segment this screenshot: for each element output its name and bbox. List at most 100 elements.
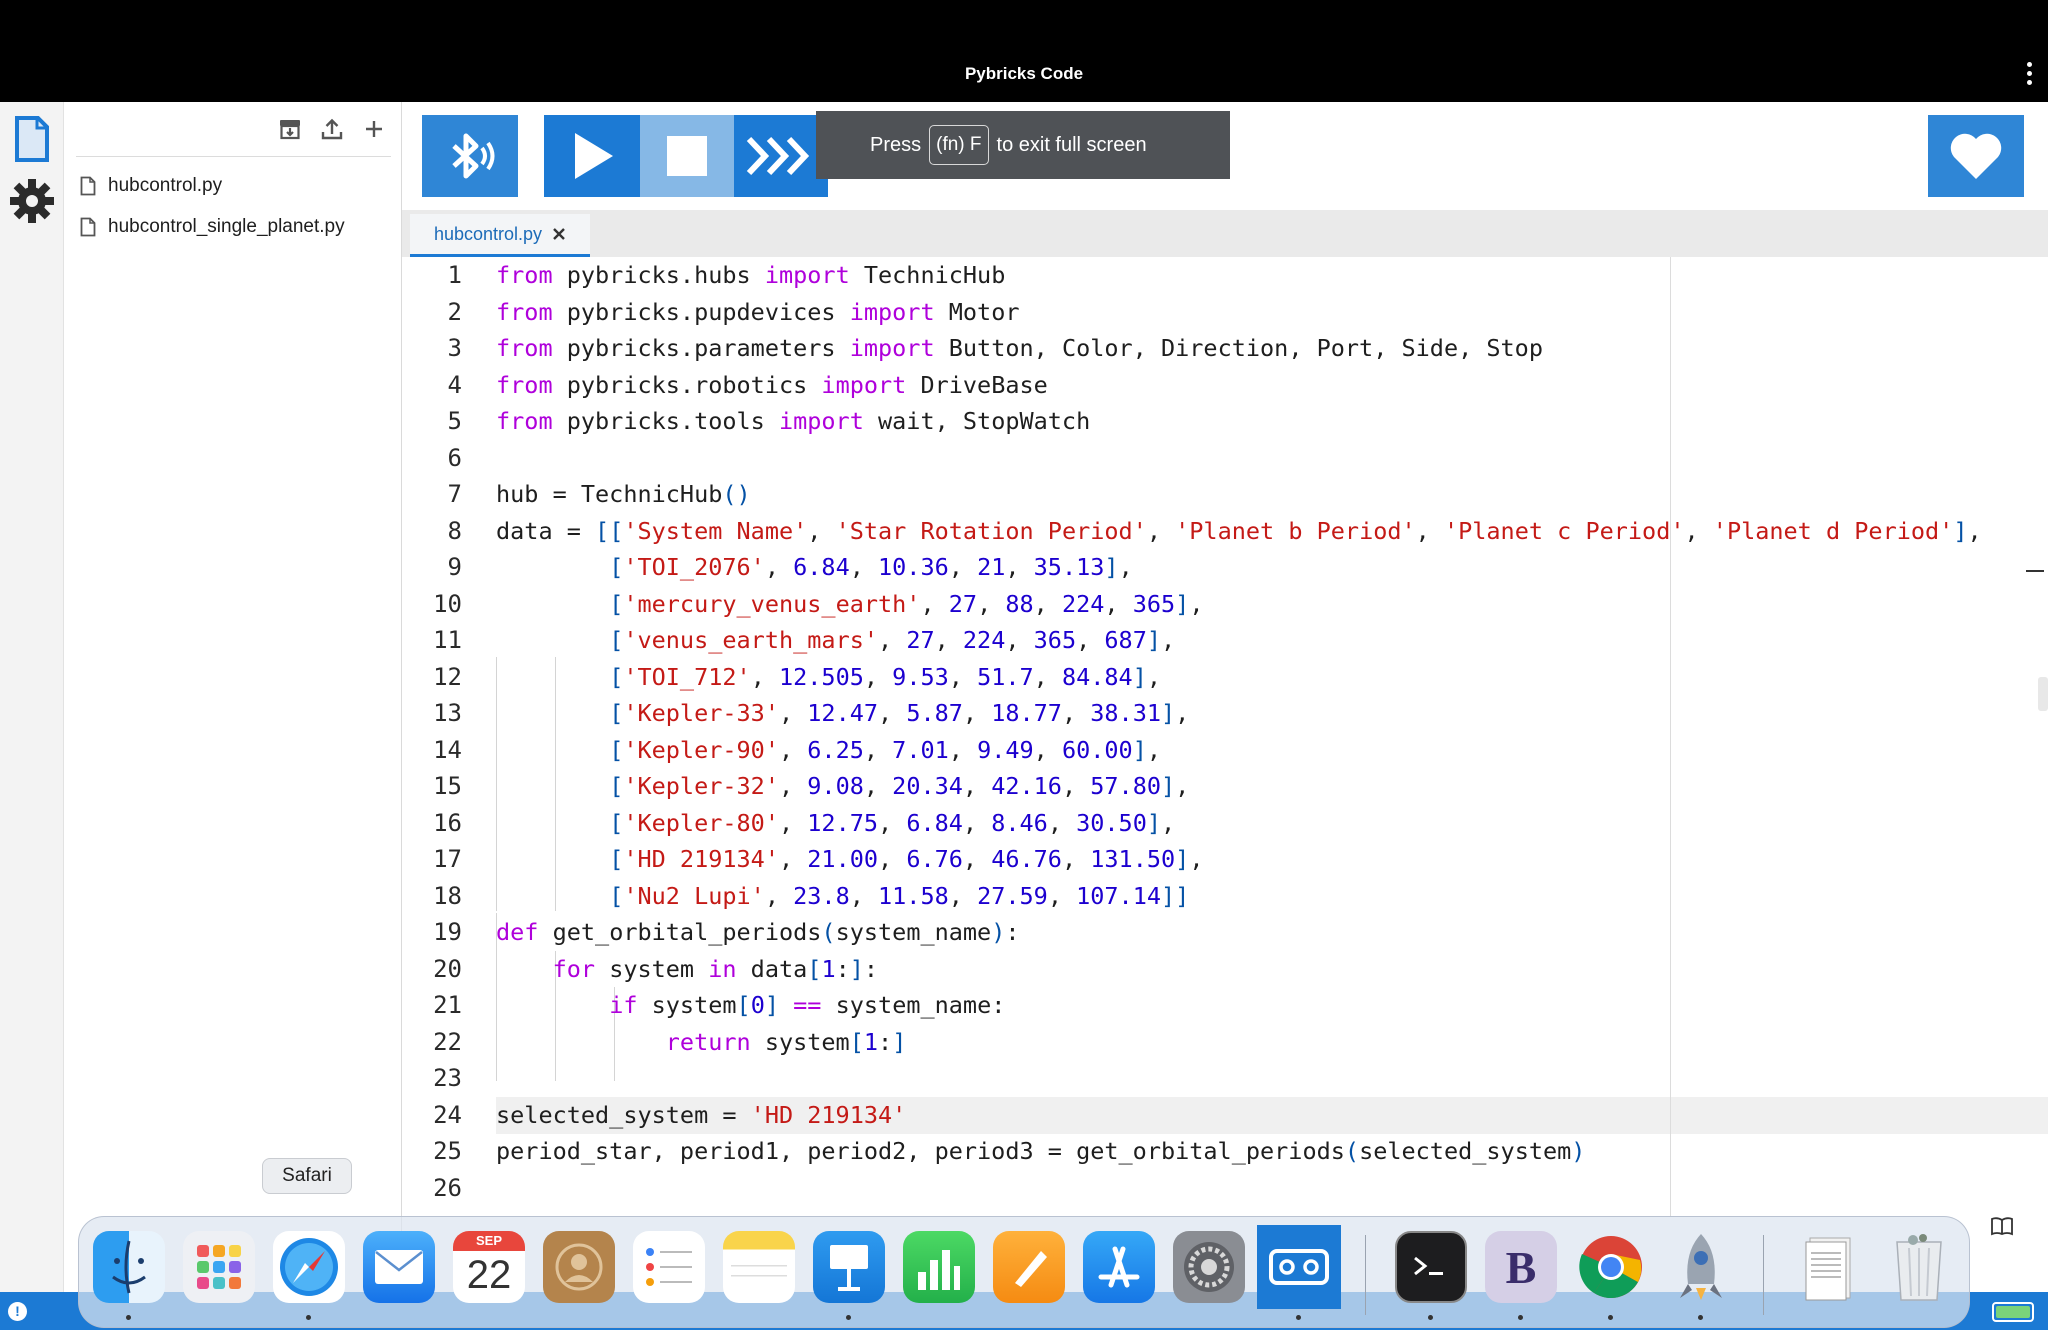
dock-tooltip: Safari [262, 1158, 352, 1194]
pybricks-app-icon[interactable] [1257, 1225, 1341, 1309]
code-token: import [778, 407, 864, 435]
calendar-month: SEP [453, 1231, 525, 1251]
calendar-day: 22 [466, 1253, 512, 1297]
bluetooth-icon [452, 133, 495, 179]
repl-button[interactable] [734, 115, 828, 197]
more-menu-icon[interactable] [2026, 62, 2034, 89]
file-item[interactable]: hubcontrol_single_planet.py [80, 210, 345, 244]
code-token: , [962, 699, 992, 727]
code-token: , [1033, 662, 1062, 691]
finder-app-icon[interactable] [93, 1231, 165, 1303]
code-token: 1 [821, 954, 836, 983]
new-file-plus-icon[interactable] [359, 114, 389, 144]
code-token: ] [1161, 699, 1176, 727]
system-settings-app-icon[interactable] [1173, 1231, 1245, 1303]
code-token: 9.08 [807, 772, 864, 800]
tab-hubcontrol[interactable]: hubcontrol.py [410, 214, 590, 257]
file-name: hubcontrol.py [108, 175, 223, 196]
code-lines: from pybricks.hubs import TechnicHub from… [496, 257, 2048, 1206]
code-token: () [722, 480, 751, 508]
reminders-app-icon[interactable] [633, 1231, 705, 1303]
vertical-scrollbar[interactable] [2038, 677, 2048, 711]
line-number: 12 [433, 662, 462, 691]
line-number: 17 [433, 845, 462, 873]
python-launcher-app-icon[interactable] [1665, 1231, 1737, 1303]
safari-app-icon[interactable] [273, 1231, 345, 1303]
stop-icon [667, 136, 707, 176]
warning-icon[interactable]: ! [8, 1302, 27, 1321]
code-token: 'HD 219134' [623, 845, 779, 873]
mail-app-icon[interactable] [363, 1231, 435, 1303]
book-icon[interactable] [1990, 1216, 2014, 1236]
code-token: system_name [835, 918, 992, 946]
code-token: 11.58 [878, 881, 949, 910]
keynote-app-icon[interactable] [813, 1231, 885, 1303]
run-button[interactable] [544, 115, 640, 197]
code-token: 224 [1061, 589, 1105, 618]
code-token: [ [609, 845, 624, 873]
file-icon [80, 217, 96, 237]
code-token: , [1967, 516, 1982, 545]
launchpad-app-icon[interactable] [183, 1231, 255, 1303]
code-token: for [552, 954, 596, 983]
code-line: ['Kepler-32', 9.08, 20.34, 42.16, 57.80]… [496, 768, 2048, 805]
code-token: ] [1175, 845, 1190, 873]
heart-icon [1950, 133, 2002, 179]
code-token: ] [1161, 772, 1176, 800]
stop-button[interactable] [640, 115, 734, 197]
code-token: , [1146, 735, 1162, 764]
contacts-app-icon[interactable] [543, 1231, 615, 1303]
documents-stack-icon[interactable] [1793, 1231, 1865, 1303]
code-token: , [778, 845, 808, 873]
code-token: , [1189, 845, 1204, 873]
file-explorer-panel: hubcontrol.py hubcontrol_single_planet.p… [64, 102, 402, 1292]
numbers-app-icon[interactable] [903, 1231, 975, 1303]
app-store-app-icon[interactable] [1083, 1231, 1155, 1303]
code-token: 27 [906, 626, 935, 654]
terminal-app-icon[interactable] [1395, 1231, 1467, 1303]
chrome-app-icon[interactable] [1575, 1231, 1647, 1303]
file-explorer-icon[interactable] [6, 110, 58, 168]
code-token: 6.25 [807, 735, 864, 764]
code-token: hub = TechnicHub [496, 480, 723, 508]
line-number: 21 [433, 991, 462, 1019]
sponsor-button[interactable] [1928, 115, 2024, 197]
code-token: , [1118, 553, 1133, 581]
pages-app-icon[interactable] [993, 1231, 1065, 1303]
code-token: , [778, 772, 808, 800]
file-name: hubcontrol_single_planet.py [108, 216, 345, 237]
tab-label: hubcontrol.py [433, 223, 543, 244]
trash-icon[interactable] [1883, 1231, 1955, 1303]
calendar-app-icon[interactable]: SEP 22 [453, 1231, 525, 1303]
code-token: 88 [1005, 589, 1034, 618]
code-token: data = [496, 516, 596, 545]
code-editor[interactable]: 1 2 3 4 5 6 7 8 9 10 11 12 13 14 15 16 17 18 19 20 21 22 23 24 2… [402, 257, 2048, 1292]
notes-app-icon[interactable] [723, 1231, 795, 1303]
code-line: from pybricks.robotics import DriveBase [496, 367, 2048, 404]
settings-gear-icon[interactable] [6, 172, 58, 230]
toast-rest-text: to exit full screen [996, 133, 1147, 156]
code-token: , [863, 662, 893, 691]
bbedit-app-icon[interactable]: B [1485, 1231, 1557, 1303]
file-item[interactable]: hubcontrol.py [80, 169, 222, 203]
code-token: 42.16 [991, 772, 1062, 800]
line-number: 26 [433, 1173, 462, 1202]
archive-icon[interactable] [275, 114, 305, 144]
code-token: pybricks.tools [552, 407, 779, 435]
code-token: , [849, 881, 879, 910]
line-number: 25 [433, 1137, 462, 1165]
code-token: , [750, 662, 779, 691]
bluetooth-connect-button[interactable] [422, 115, 518, 197]
upload-icon[interactable] [317, 114, 347, 144]
code-token: 57.80 [1090, 772, 1162, 800]
close-icon[interactable] [552, 227, 566, 241]
code-token: 6.84 [906, 808, 963, 837]
code-token: 6.76 [906, 845, 963, 873]
code-token: 30.50 [1076, 808, 1147, 837]
code-token: 224 [962, 626, 1006, 654]
running-indicator [1518, 1315, 1523, 1320]
